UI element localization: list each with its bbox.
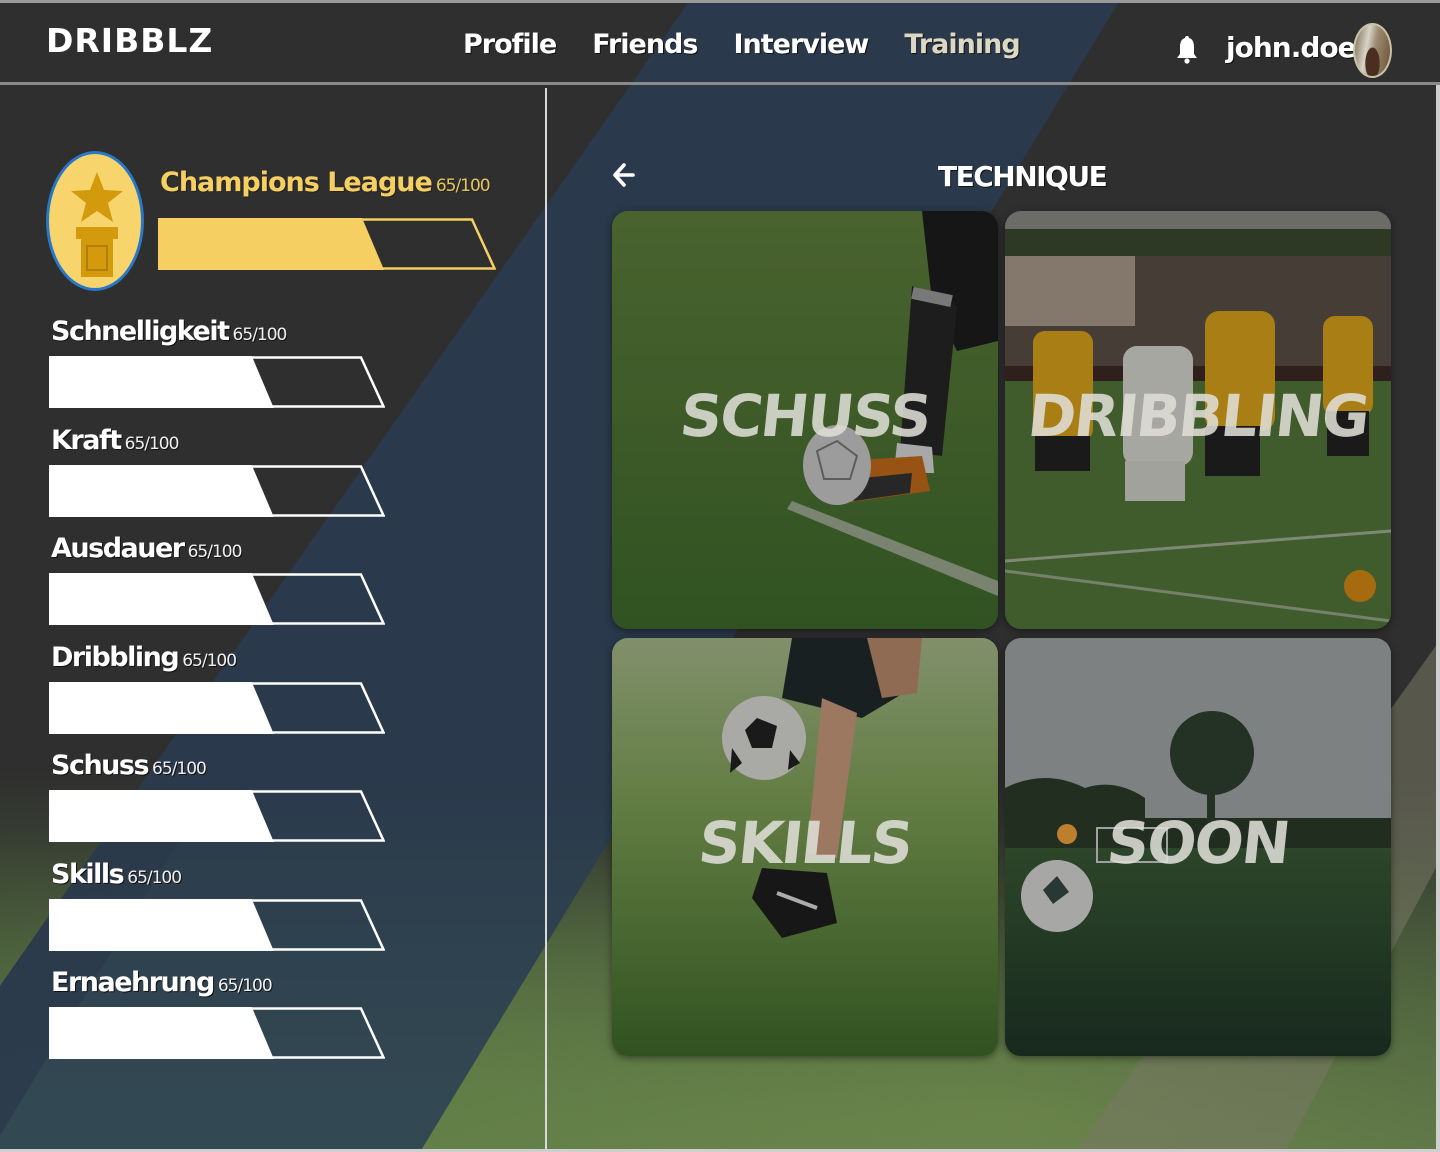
stat-name: Ausdauer xyxy=(51,533,185,564)
stat-score: 65/100 xyxy=(127,867,182,888)
stat-label: Skills 65/100 xyxy=(51,858,182,890)
progress-fill xyxy=(49,573,274,625)
progress-fill xyxy=(49,356,274,408)
bell-icon[interactable] xyxy=(1176,34,1198,64)
window-right-edge xyxy=(1436,85,1440,1152)
stat-score: 65/100 xyxy=(232,325,288,345)
stat-progress-bar xyxy=(49,790,385,842)
app-logo[interactable]: DRIBBLZ xyxy=(46,21,213,60)
league-progress-bar xyxy=(158,218,496,270)
app-logo-text: DRIBBLZ xyxy=(46,21,214,60)
nav-profile[interactable]: Profile xyxy=(463,29,557,60)
stat-label: Schnelligkeit 65/100 xyxy=(51,316,288,347)
trophy-star-icon xyxy=(71,172,123,277)
stat-score: 65/100 xyxy=(187,542,243,562)
nav-friends[interactable]: Friends xyxy=(592,29,698,60)
stat-score: 65/100 xyxy=(217,976,273,996)
progress-fill xyxy=(49,790,274,842)
username[interactable]: john.doe xyxy=(1226,31,1357,64)
progress-fill xyxy=(158,218,385,270)
tile-schuss[interactable]: SCHUSS xyxy=(612,211,998,629)
stat-progress-bar xyxy=(49,464,385,517)
stat-name: Kraft xyxy=(51,424,122,456)
stat-name: Schnelligkeit xyxy=(51,316,230,347)
stat-progress-bar xyxy=(49,356,385,408)
window-top-edge xyxy=(0,0,1440,3)
tile-label: DRIBBLING xyxy=(1024,381,1372,450)
progress-fill xyxy=(49,898,274,951)
stat-name: Skills xyxy=(51,858,125,890)
panel-divider xyxy=(545,88,547,1152)
progress-fill xyxy=(49,1007,274,1059)
nav-interview[interactable]: Interview xyxy=(733,29,869,60)
stat-score: 65/100 xyxy=(124,433,180,454)
stat-progress-bar xyxy=(49,573,385,625)
stat-progress-bar xyxy=(49,1007,385,1059)
stat-name: Ernaehrung xyxy=(51,967,215,998)
stat-score: 65/100 xyxy=(152,759,207,779)
tile-label: SCHUSS xyxy=(676,381,934,450)
stat-label: Schuss 65/100 xyxy=(51,750,207,781)
stat-progress-bar xyxy=(49,681,385,734)
league-score: 65/100 xyxy=(435,176,491,196)
stat-label: Kraft 65/100 xyxy=(51,424,180,456)
user-avatar[interactable] xyxy=(1353,23,1392,78)
stat-name: Schuss xyxy=(51,750,150,781)
tile-label: SOON xyxy=(1103,808,1293,877)
stat-label: Ernaehrung 65/100 xyxy=(51,967,273,998)
progress-fill xyxy=(49,681,274,734)
tile-skills[interactable]: SKILLS xyxy=(612,638,998,1056)
stat-score: 65/100 xyxy=(182,650,237,671)
trophy-badge xyxy=(46,151,144,291)
section-title: TECHNIQUE xyxy=(938,160,1108,193)
main-nav: Profile Friends Interview Training xyxy=(463,29,1021,60)
arrow-left-icon[interactable] xyxy=(611,161,635,189)
league-title: Champions League 65/100 xyxy=(160,167,491,198)
stat-label: Dribbling 65/100 xyxy=(51,641,237,673)
top-navbar: DRIBBLZ Profile Friends Interview Traini… xyxy=(0,3,1440,85)
progress-fill xyxy=(49,464,274,517)
stat-name: Dribbling xyxy=(51,641,180,673)
league-name: Champions League xyxy=(160,167,433,198)
stat-label: Ausdauer 65/100 xyxy=(51,533,243,564)
stat-progress-bar xyxy=(49,898,385,951)
nav-training[interactable]: Training xyxy=(904,29,1020,60)
tile-soon[interactable]: SOON xyxy=(1005,638,1391,1056)
tile-dribbling[interactable]: DRIBBLING xyxy=(1005,211,1391,629)
tile-label: SKILLS xyxy=(695,808,915,877)
